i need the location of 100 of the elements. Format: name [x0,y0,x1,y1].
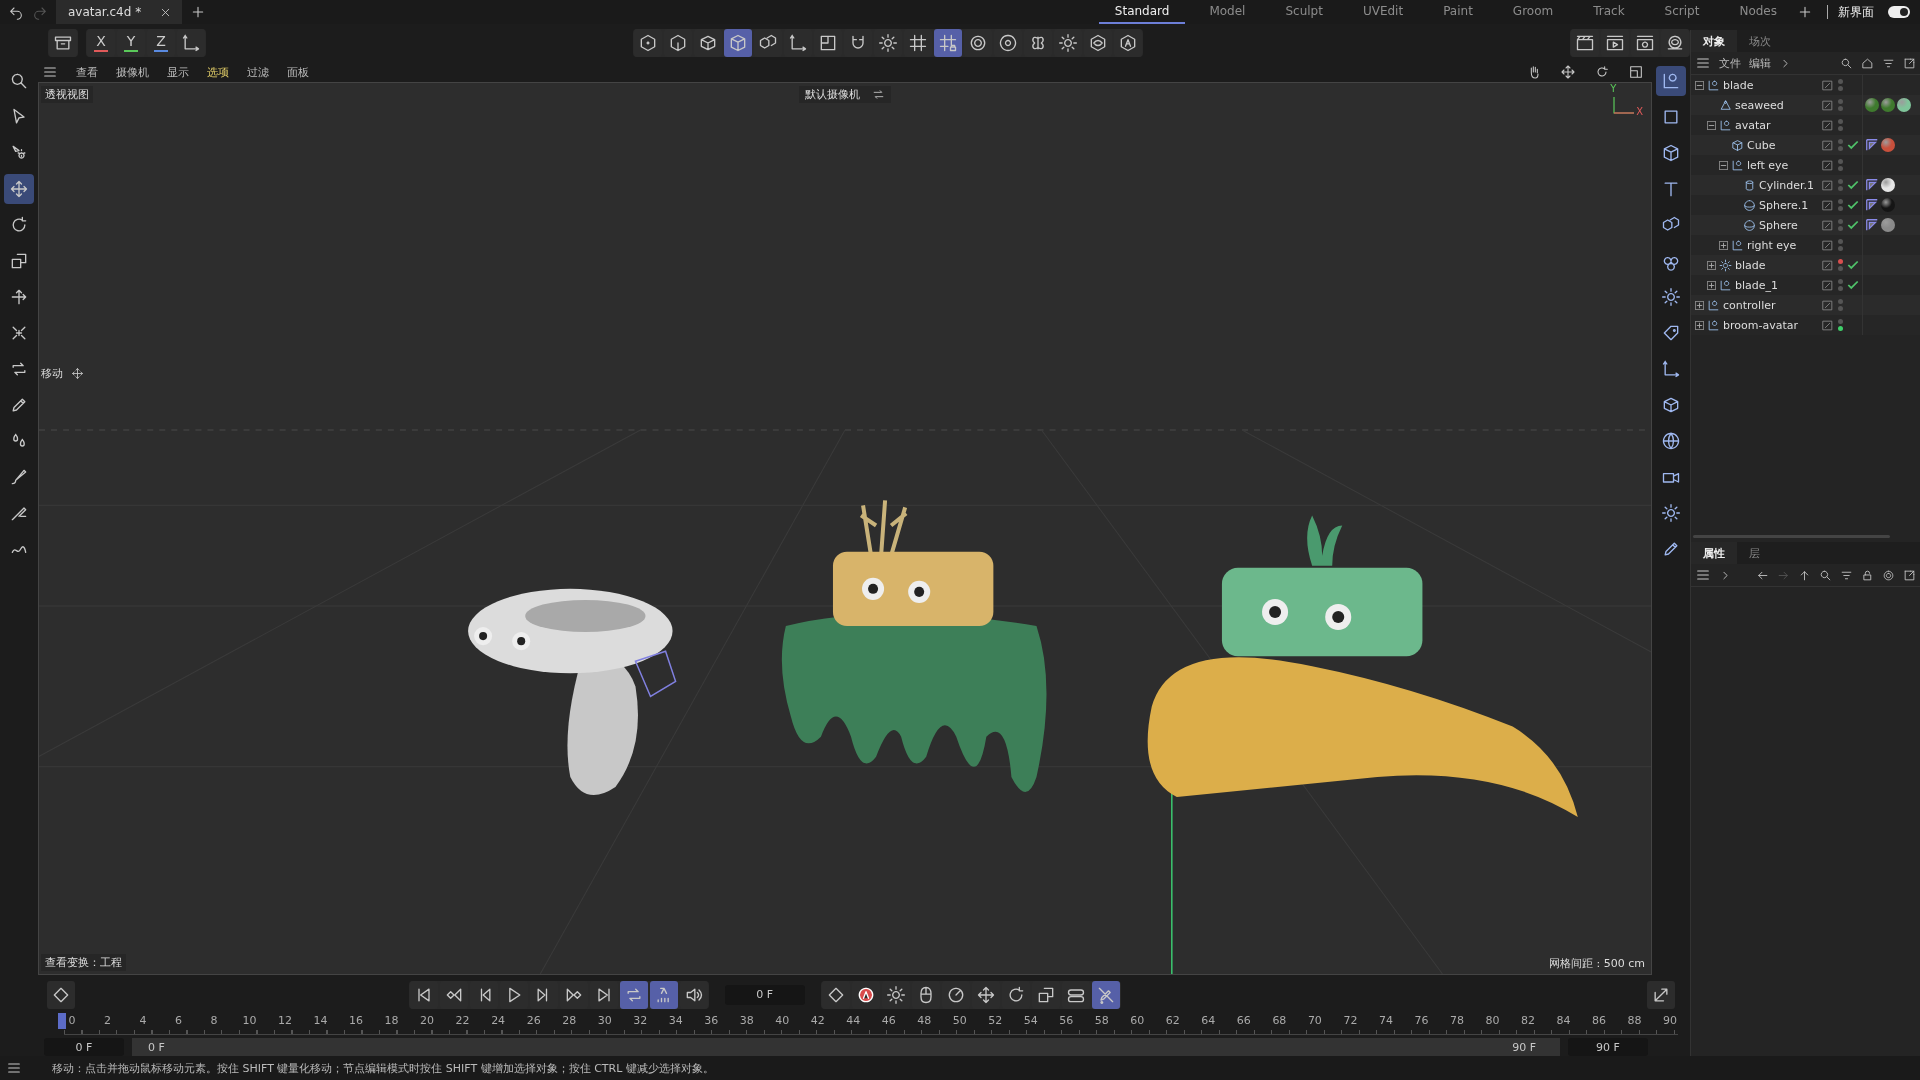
ruler-label: 66 [1236,1014,1251,1027]
current-frame-field[interactable]: 0 F [724,984,805,1005]
ruler-label: 12 [278,1014,293,1027]
end-frame-field[interactable]: 90 F [1568,1038,1648,1056]
grid-spacing-label: 网格间距 : 500 cm [1549,956,1645,971]
viewport[interactable]: 透视视图 默认摄像机 移动 Y X 查看变换：工程 网格间距 : 500 cm [38,82,1652,975]
ruler-label: 8 [210,1014,218,1027]
ruler-label: 0 [68,1014,76,1027]
object-row[interactable]: Cylinder.1 [1691,175,1920,195]
axis-label: X [1636,106,1643,117]
ruler-label: 2 [104,1014,111,1027]
ruler-label: 26 [526,1014,541,1027]
ruler-label: 44 [846,1014,861,1027]
object-name[interactable]: avatar [1735,118,1771,132]
object-name[interactable]: blade [1735,258,1766,272]
ruler-label: 34 [668,1014,683,1027]
ruler-label: 56 [1059,1014,1074,1027]
layout-tab[interactable]: Paint [1427,0,1489,24]
ruler-label: 68 [1272,1014,1287,1027]
layout-tab[interactable]: Sculpt [1269,0,1339,24]
view-name-label: 透视视图 [41,86,93,103]
viewport-menu-item[interactable]: 过滤 [247,64,269,80]
ruler-label: 20 [420,1014,435,1027]
ruler-label: 78 [1449,1014,1464,1027]
ruler-label: 36 [704,1014,719,1027]
ruler-label: 74 [1378,1014,1393,1027]
layout-tab[interactable]: Track [1577,0,1641,24]
ruler-label: 76 [1414,1014,1429,1027]
transform-info-label: 查看变换：工程 [41,954,126,971]
ruler-label: 62 [1165,1014,1180,1027]
ruler-label: 42 [810,1014,825,1027]
panel-menu-item[interactable]: 编辑 [1749,55,1771,71]
object-name[interactable]: seaweed [1735,98,1784,112]
start-frame-field[interactable]: 0 F [44,1038,124,1056]
new-ui-label: 新界面 [1838,3,1874,21]
object-name[interactable]: controller [1723,298,1776,312]
document-tab[interactable]: avatar.c4d * [56,0,183,24]
object-name[interactable]: left eye [1747,158,1789,172]
object-name[interactable]: Cube [1747,138,1776,152]
ruler-label: 60 [1130,1014,1145,1027]
ruler-label: 72 [1343,1014,1358,1027]
viewport-menu-item[interactable]: 查看 [76,64,98,80]
tool-label: 移动 [41,366,63,381]
ruler-label: 90 [1663,1014,1677,1027]
ruler-label: 4 [139,1014,147,1027]
range-start-label: 0 F [148,1040,165,1054]
panel-tab[interactable]: 层 [1737,542,1772,564]
ruler-label: 52 [988,1014,1003,1027]
viewport-menu-item[interactable]: 显示 [167,64,189,80]
ruler-label: 64 [1201,1014,1216,1027]
layout-tab[interactable]: Model [1193,0,1262,24]
ruler-label: 18 [384,1014,399,1027]
ruler-label: 54 [1023,1014,1038,1027]
object-name[interactable]: Sphere.1 [1759,198,1809,212]
ruler-label: 24 [491,1014,506,1027]
object-name[interactable]: right eye [1747,238,1797,252]
object-name[interactable]: broom-avatar [1723,318,1798,332]
layout-tab[interactable]: Standard [1098,0,1186,24]
ruler-label: 10 [242,1014,257,1027]
object-name[interactable]: Cylinder.1 [1759,178,1815,192]
layout-tab[interactable]: Nodes [1723,0,1793,24]
object-row[interactable]: Sphere [1691,215,1920,235]
layout-tab[interactable]: UVEdit [1346,0,1420,24]
panel-tab[interactable]: 属性 [1691,542,1737,564]
axis-label: Y [1610,83,1617,94]
panel-menu-item[interactable]: 文件 [1719,55,1741,71]
viewport-menu-item[interactable]: 选项 [207,64,229,80]
ruler-label: 40 [775,1014,790,1027]
object-name[interactable]: blade [1723,78,1754,92]
object-row[interactable]: Cube [1691,135,1920,155]
ruler-label: 46 [881,1014,896,1027]
document-title: avatar.c4d * [68,5,142,19]
range-end-label: 90 F [1512,1040,1536,1054]
ruler-label: 14 [313,1014,328,1027]
viewport-menu-item[interactable]: 面板 [287,64,309,80]
ruler-label: 88 [1627,1014,1642,1027]
ruler-label: 84 [1556,1014,1571,1027]
object-name[interactable]: blade_1 [1735,278,1779,292]
ruler-label: 82 [1520,1014,1535,1027]
panel-tab[interactable]: 对象 [1691,30,1737,52]
object-row[interactable]: blade [1691,255,1920,275]
ruler-label: 30 [597,1014,612,1027]
ruler-label: 58 [1094,1014,1109,1027]
ruler-label: 32 [633,1014,648,1027]
status-message: 移动：点击并拖动鼠标移动元素。按住 SHIFT 键量化移动；节点编辑模式时按住 SHIFT 键增加选择对象；按住 CTRL 键减少选择对象。 [52,1060,714,1076]
object-row[interactable]: controller [1691,295,1920,315]
ruler-label: 16 [349,1014,364,1027]
ruler-label: 28 [562,1014,577,1027]
object-row[interactable]: seaweed [1691,95,1920,115]
ruler-label: 6 [175,1014,183,1027]
ruler-label: 38 [739,1014,754,1027]
frame-range-bar[interactable]: 0 F 90 F [132,1038,1560,1056]
object-name[interactable]: Sphere [1759,218,1798,232]
layout-tab[interactable]: Script [1648,0,1716,24]
ruler-label: 70 [1307,1014,1322,1027]
ruler-label: 50 [952,1014,967,1027]
viewport-menu-item[interactable]: 摄像机 [116,64,149,80]
panel-tab[interactable]: 场次 [1737,30,1783,52]
layout-tab[interactable]: Groom [1496,0,1570,24]
ruler-label: 22 [455,1014,470,1027]
